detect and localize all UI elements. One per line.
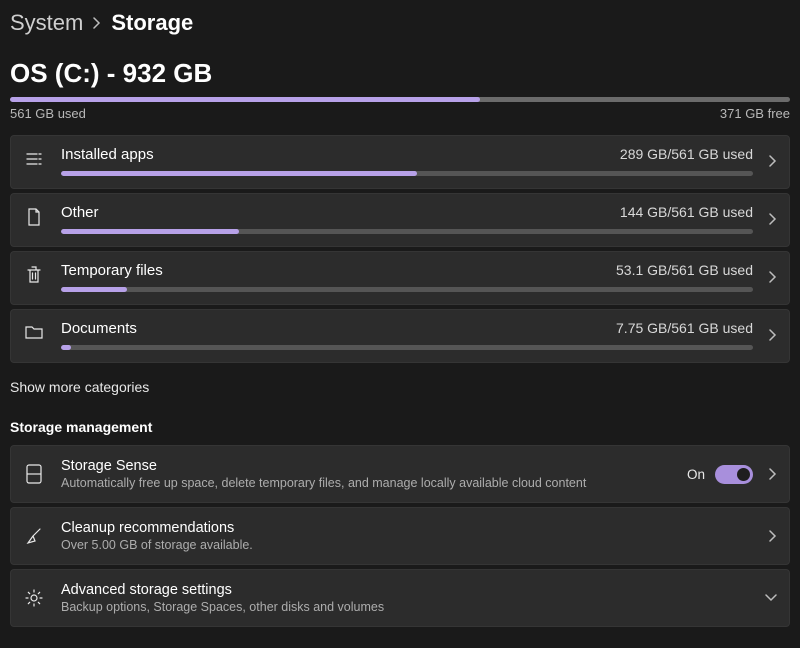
category-bar [61,345,753,350]
category-name: Other [61,204,99,221]
storage-management-heading: Storage management [0,413,800,445]
folder-icon [23,320,45,340]
drive-used-label: 561 GB used [10,106,86,121]
category-temporary-files[interactable]: Temporary files 53.1 GB/561 GB used [10,251,790,305]
chevron-right-icon [769,468,777,480]
mgmt-item-subtitle: Over 5.00 GB of storage available. [61,538,753,552]
breadcrumb: System Storage [0,0,800,36]
management-list: Storage Sense Automatically free up spac… [0,445,800,627]
file-icon [23,204,45,226]
category-bar [61,287,753,292]
category-installed-apps[interactable]: Installed apps 289 GB/561 GB used [10,135,790,189]
mgmt-item-title: Advanced storage settings [61,582,749,598]
mgmt-item-subtitle: Automatically free up space, delete temp… [61,476,671,490]
category-bar [61,229,753,234]
category-documents[interactable]: Documents 7.75 GB/561 GB used [10,309,790,363]
chevron-right-icon [93,17,101,29]
chevron-right-icon [769,155,777,167]
chevron-right-icon [769,213,777,225]
drive-icon [23,464,45,484]
breadcrumb-parent[interactable]: System [10,10,83,36]
chevron-right-icon [769,530,777,542]
toggle-state-label: On [687,467,705,482]
category-usage: 289 GB/561 GB used [620,146,753,163]
breadcrumb-current: Storage [111,10,193,36]
broom-icon [23,527,45,545]
category-name: Installed apps [61,146,154,163]
gear-icon [23,589,45,607]
mgmt-item-subtitle: Backup options, Storage Spaces, other di… [61,600,749,614]
category-name: Documents [61,320,137,337]
category-usage: 53.1 GB/561 GB used [616,262,753,279]
chevron-right-icon [769,329,777,341]
cleanup-recommendations-row[interactable]: Cleanup recommendations Over 5.00 GB of … [10,507,790,565]
trash-icon [23,262,45,284]
drive-free-label: 371 GB free [720,106,790,121]
show-more-categories-link[interactable]: Show more categories [0,367,800,413]
chevron-down-icon [765,594,777,602]
mgmt-item-title: Storage Sense [61,458,671,474]
apps-icon [23,146,45,168]
chevron-right-icon [769,271,777,283]
mgmt-item-title: Cleanup recommendations [61,520,753,536]
category-bar [61,171,753,176]
advanced-storage-settings-row[interactable]: Advanced storage settings Backup options… [10,569,790,627]
category-other[interactable]: Other 144 GB/561 GB used [10,193,790,247]
storage-sense-toggle[interactable] [715,465,753,484]
category-usage: 7.75 GB/561 GB used [616,320,753,337]
category-name: Temporary files [61,262,163,279]
storage-sense-row[interactable]: Storage Sense Automatically free up spac… [10,445,790,503]
category-usage: 144 GB/561 GB used [620,204,753,221]
category-list: Installed apps 289 GB/561 GB used Other … [0,135,800,363]
drive-title: OS (C:) - 932 GB [0,36,800,97]
